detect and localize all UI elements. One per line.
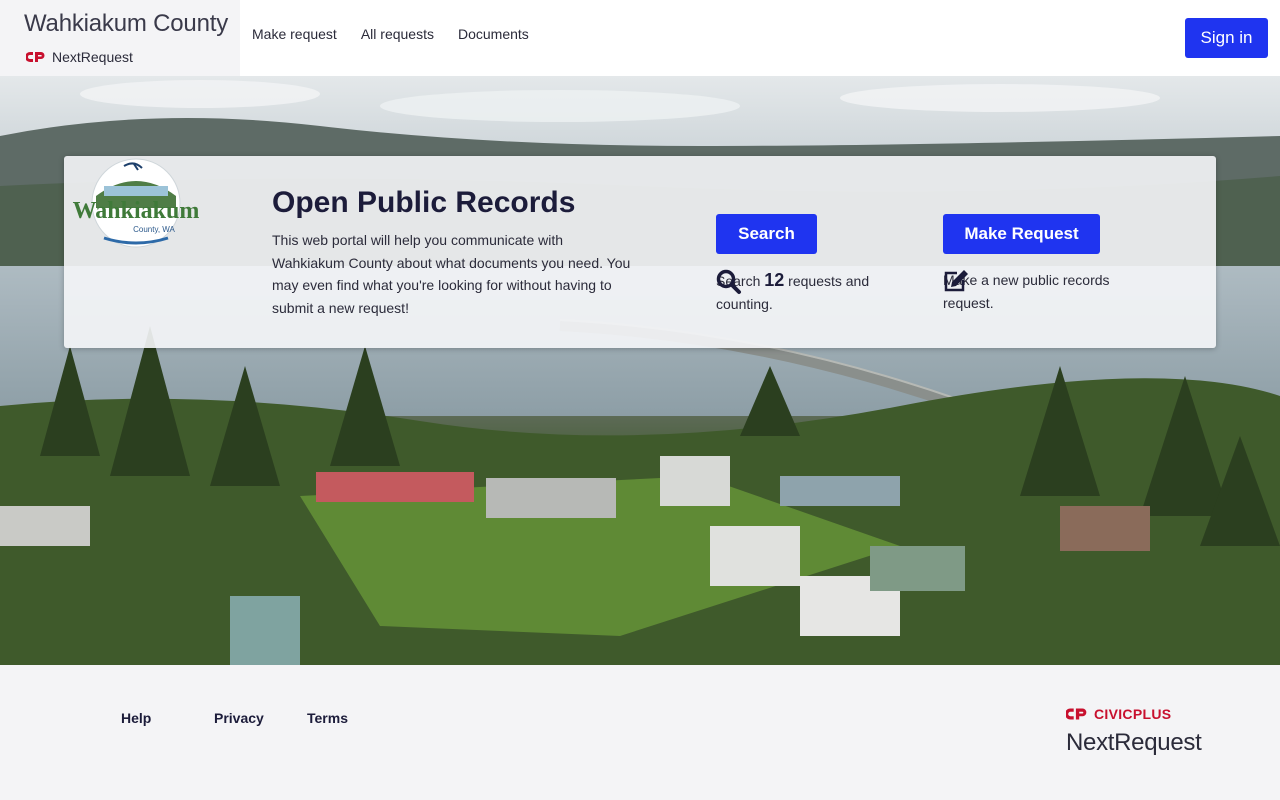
logo-subtext: County, WA (133, 225, 175, 234)
footer-links: Help Privacy Terms (121, 710, 348, 726)
county-logo: Wahkiakum County, WA (73, 158, 200, 248)
main-nav: Make request All requests Documents (252, 26, 529, 42)
nav-all-requests[interactable]: All requests (361, 26, 434, 42)
brand-block[interactable]: Wahkiakum County NextRequest (0, 0, 240, 76)
brand-title: Wahkiakum County (24, 10, 228, 37)
portal-description: This web portal will help you communicat… (272, 232, 631, 316)
edit-icon (944, 270, 968, 292)
civicplus-label: CIVICPLUS (1094, 706, 1172, 722)
footer-privacy-link[interactable]: Privacy (214, 710, 307, 726)
footer-nextrequest-label: NextRequest (1066, 729, 1202, 756)
make-stat: Make a new public records request. (943, 269, 1163, 315)
records-card: Wahkiakum County, WA Open Public Records… (64, 156, 1216, 348)
nav-make-request[interactable]: Make request (252, 26, 337, 42)
page-title: Open Public Records (272, 186, 576, 219)
nav-documents[interactable]: Documents (458, 26, 529, 42)
civicplus-brand[interactable]: CIVICPLUS (1066, 706, 1171, 722)
site-header: Wahkiakum County NextRequest Make reques… (0, 0, 1280, 76)
search-button[interactable]: Search (716, 214, 817, 254)
make-request-button[interactable]: Make Request (943, 214, 1100, 254)
footer-terms-link[interactable]: Terms (307, 710, 348, 726)
nextrequest-logo-icon (26, 52, 45, 62)
sign-in-button[interactable]: Sign in (1185, 18, 1268, 58)
brand-product-label: NextRequest (52, 49, 133, 65)
logo-text: Wahkiakum (73, 198, 200, 224)
request-count: 12 (764, 270, 785, 290)
site-footer: Help Privacy Terms CIVICPLUS NextRequest (0, 665, 1280, 800)
search-stat: Search 12 requests and counting. (716, 269, 916, 316)
footer-help-link[interactable]: Help (121, 710, 214, 726)
search-icon (716, 269, 741, 294)
civicplus-logo-icon (1066, 708, 1087, 720)
hero-background: Wahkiakum County, WA Open Public Records… (0, 76, 1280, 665)
brand-product: NextRequest (26, 49, 133, 65)
